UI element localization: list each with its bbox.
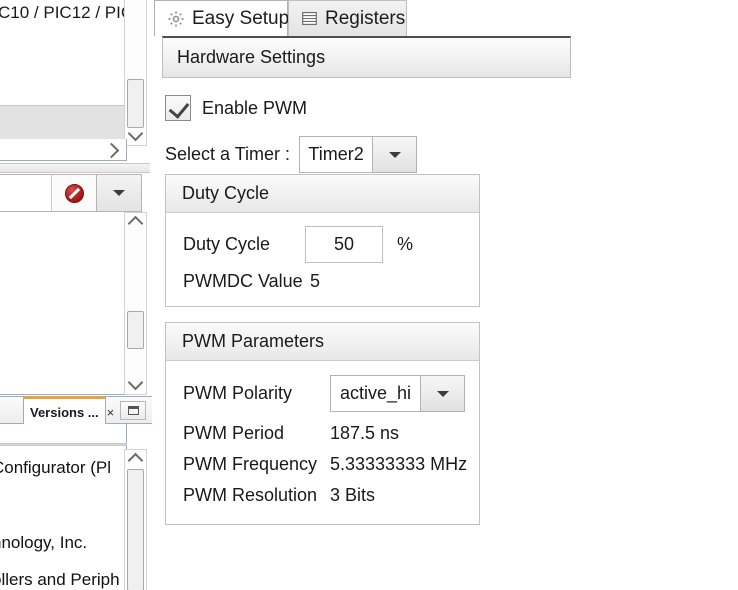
- scrollbar-thumb[interactable]: [127, 469, 144, 590]
- tab-registers-label: Registers: [325, 8, 405, 30]
- pwm-parameters-group-body: PWM Polarity active_hi PWM Period 187.5 …: [166, 361, 479, 525]
- hardware-settings-header: Hardware Settings: [162, 36, 571, 78]
- checkmark-icon: [169, 97, 190, 119]
- versions-tab[interactable]: Versions ... ×: [23, 396, 106, 425]
- left-clipped-panels: C10 / PIC12 / PIC: [0, 0, 152, 590]
- duty-cycle-group-body: Duty Cycle 50 % PWMDC Value 5: [166, 213, 479, 307]
- triangle-down-icon: [113, 190, 125, 196]
- pwm-frequency-row: PWM Frequency 5.33333333 MHz: [183, 454, 467, 475]
- duty-cycle-group-title: Duty Cycle: [166, 175, 479, 213]
- tab-easy-setup-label: Easy Setup: [192, 8, 289, 30]
- gear-icon: [167, 10, 185, 28]
- registers-icon: [301, 10, 318, 27]
- pwm-resolution-label: PWM Resolution: [183, 485, 330, 506]
- versions-output-scrollbar[interactable]: [124, 449, 147, 590]
- scroll-up-arrow[interactable]: [125, 450, 146, 467]
- enable-pwm-checkbox[interactable]: [165, 95, 191, 121]
- output-line-2: hnology, Inc.: [0, 533, 87, 553]
- output-line-1: Configurator (Pl: [0, 458, 111, 478]
- select-timer-value[interactable]: Timer2: [299, 136, 373, 173]
- pwm-polarity-dropdown-button[interactable]: [421, 375, 465, 412]
- triangle-down-icon: [437, 391, 449, 397]
- scroll-down-arrow[interactable]: [125, 377, 146, 394]
- output-line-3: ollers and Periph: [0, 570, 120, 590]
- duty-cycle-group: Duty Cycle Duty Cycle 50 % PWMDC Value 5: [165, 174, 480, 307]
- versions-tab-label: Versions ...: [30, 405, 99, 420]
- select-timer-combo[interactable]: Timer2: [299, 136, 417, 173]
- scroll-up-arrow[interactable]: [125, 213, 146, 230]
- output-top-rule: [0, 443, 127, 446]
- duty-cycle-row: Duty Cycle 50 %: [183, 226, 413, 263]
- pwmdc-label: PWMDC Value: [183, 271, 310, 292]
- device-list-scrollbar[interactable]: [124, 0, 147, 146]
- duty-cycle-input[interactable]: 50: [305, 226, 383, 263]
- app-window: C10 / PIC12 / PIC: [0, 0, 738, 590]
- duty-cycle-unit: %: [397, 234, 413, 255]
- device-filter-combo[interactable]: [0, 174, 142, 212]
- pwm-polarity-combo[interactable]: active_hi: [330, 375, 465, 412]
- selected-row-band: [0, 105, 127, 140]
- filter-combo-dropdown-button[interactable]: [96, 175, 141, 211]
- scroll-down-arrow[interactable]: [125, 128, 146, 145]
- versions-output-panel: [0, 424, 127, 590]
- enable-pwm-label: Enable PWM: [202, 98, 307, 119]
- pwm-frequency-value: 5.33333333 MHz: [330, 454, 467, 475]
- pwmdc-value: 5: [310, 271, 320, 292]
- no-entry-icon[interactable]: [51, 175, 96, 211]
- pwm-polarity-value[interactable]: active_hi: [330, 375, 421, 412]
- pwm-polarity-row: PWM Polarity active_hi: [183, 375, 465, 412]
- pwm-polarity-label: PWM Polarity: [183, 383, 330, 404]
- scroll-right-arrow[interactable]: [106, 143, 117, 161]
- pwm-period-value: 187.5 ns: [330, 423, 399, 444]
- minimize-panel-button[interactable]: [120, 401, 146, 420]
- tab-registers[interactable]: Registers: [288, 0, 407, 36]
- pwm-period-row: PWM Period 187.5 ns: [183, 423, 399, 444]
- resource-tree-panel: [0, 212, 127, 395]
- select-timer-label: Select a Timer :: [165, 144, 290, 165]
- resource-tree-scrollbar[interactable]: [124, 212, 147, 395]
- select-timer-row: Select a Timer : Timer2: [165, 136, 417, 173]
- tab-easy-setup[interactable]: Easy Setup: [154, 0, 288, 36]
- pwm-resolution-value: 3 Bits: [330, 485, 375, 506]
- select-timer-dropdown-button[interactable]: [373, 136, 417, 173]
- pwmdc-value-row: PWMDC Value 5: [183, 271, 320, 292]
- close-icon[interactable]: ×: [107, 405, 115, 420]
- pwm-period-label: PWM Period: [183, 423, 330, 444]
- pwm-parameters-group-title: PWM Parameters: [166, 323, 479, 361]
- duty-cycle-label: Duty Cycle: [183, 234, 305, 255]
- minimize-icon: [128, 406, 139, 415]
- triangle-down-icon: [389, 152, 401, 158]
- pwm-resolution-row: PWM Resolution 3 Bits: [183, 485, 375, 506]
- tab-bar: Easy Setup Registers: [152, 0, 572, 36]
- easy-setup-panel: Easy Setup Registers Hardware Settings: [152, 0, 572, 590]
- enable-pwm-row[interactable]: Enable PWM: [165, 95, 307, 121]
- device-family-text: C10 / PIC12 / PIC: [0, 3, 133, 23]
- panel-divider: [0, 163, 150, 173]
- pwm-frequency-label: PWM Frequency: [183, 454, 330, 475]
- scrollbar-thumb[interactable]: [127, 79, 144, 128]
- pwm-parameters-group: PWM Parameters PWM Polarity active_hi PW…: [165, 322, 480, 525]
- filter-combo-field[interactable]: [0, 175, 51, 211]
- scrollbar-thumb[interactable]: [127, 311, 144, 349]
